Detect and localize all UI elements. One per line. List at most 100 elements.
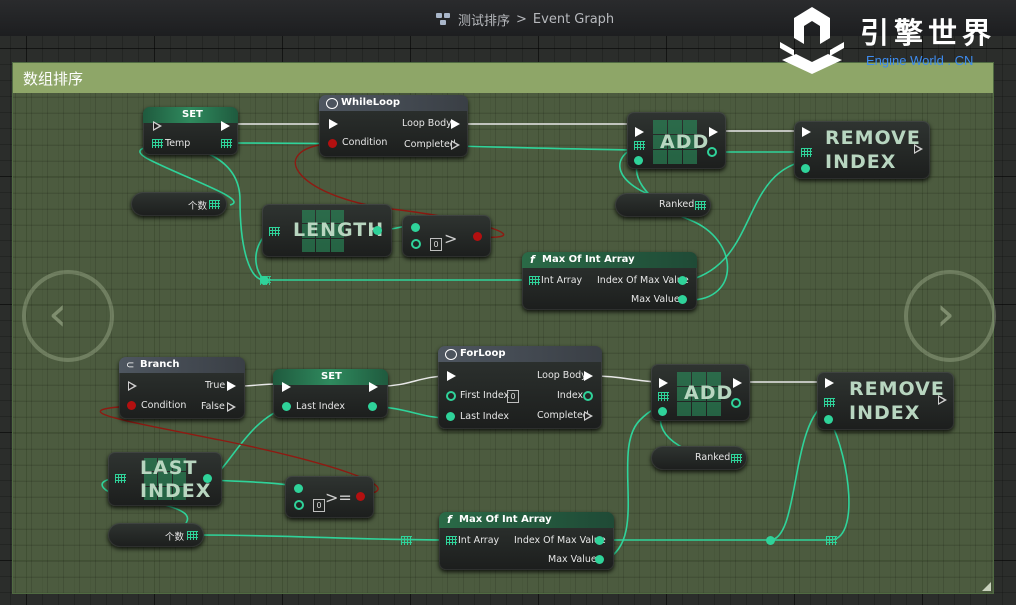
exec-in-pin[interactable]	[659, 378, 668, 388]
index-out-pin[interactable]	[595, 536, 604, 545]
index-pin[interactable]	[801, 164, 810, 173]
node-title: ForLoop	[460, 348, 506, 359]
int-out-pin[interactable]	[203, 474, 212, 483]
get-count-node-2[interactable]: 个数	[108, 523, 204, 547]
exec-out-pin[interactable]	[221, 121, 230, 131]
exec-in-pin[interactable]	[447, 371, 456, 381]
index-out-pin[interactable]	[678, 276, 687, 285]
exec-out-pin[interactable]	[938, 395, 947, 405]
graph-icon	[436, 13, 452, 25]
remove-index-node[interactable]: REMOVE INDEX	[794, 121, 930, 179]
loop-icon	[445, 349, 457, 360]
value-in-pin[interactable]	[282, 402, 291, 411]
node-title: ADD	[660, 131, 710, 153]
exec-in-pin[interactable]	[825, 378, 834, 388]
engine-world-logo: 引擎世界 Engine World . CN	[776, 4, 1006, 76]
completed-pin[interactable]	[584, 411, 593, 421]
exec-in-pin[interactable]	[282, 382, 291, 392]
remove-index-node-2[interactable]: REMOVE INDEX	[817, 372, 954, 430]
add-node-2[interactable]: ADD	[651, 364, 750, 421]
array-out-pin[interactable]	[187, 531, 198, 540]
loop-body-pin[interactable]	[584, 371, 593, 381]
array-pin[interactable]	[824, 398, 835, 407]
bool-out-pin[interactable]	[356, 492, 365, 501]
condition-pin[interactable]	[127, 401, 136, 410]
next-nav-button[interactable]: ›	[904, 270, 996, 362]
index-out-pin[interactable]	[707, 147, 717, 157]
item-pin[interactable]	[634, 156, 643, 165]
exec-out-pin[interactable]	[733, 378, 742, 388]
greater-equal-node[interactable]: 0 >=	[285, 476, 374, 518]
b-value[interactable]: 0	[430, 238, 442, 251]
forloop-node[interactable]: ForLoop First Index 0 Last Index Loop Bo…	[438, 346, 602, 429]
first-index-value[interactable]: 0	[507, 390, 519, 403]
get-ranked-node-2[interactable]: Ranked	[651, 446, 747, 470]
exec-in-pin[interactable]	[128, 381, 137, 391]
last-index-node[interactable]: LAST INDEX	[108, 452, 222, 506]
array-pin[interactable]	[658, 392, 669, 401]
pin-label: Max Value	[631, 294, 680, 305]
condition-pin[interactable]	[328, 139, 337, 148]
array-in-pin[interactable]	[446, 536, 457, 545]
exec-out-pin[interactable]	[369, 382, 378, 392]
item-pin[interactable]	[658, 407, 667, 416]
index-pin[interactable]	[824, 415, 833, 424]
index-out-pin[interactable]	[731, 398, 741, 408]
array-out-pin[interactable]	[221, 139, 232, 148]
length-node[interactable]: LENGTH	[262, 204, 392, 257]
breadcrumb-blueprint[interactable]: 测试排序	[458, 10, 510, 29]
first-index-pin[interactable]	[446, 391, 456, 401]
true-pin[interactable]	[227, 381, 236, 391]
a-pin[interactable]	[294, 484, 303, 493]
set-temp-node[interactable]: SET Temp	[143, 107, 238, 155]
branch-node[interactable]: Branch ⊂ Condition True False	[119, 357, 245, 419]
get-count-node[interactable]: 个数	[131, 192, 227, 216]
b-pin[interactable]	[411, 239, 421, 249]
array-pin[interactable]	[801, 148, 812, 157]
node-header: ForLoop	[438, 346, 602, 362]
pin-label: Temp	[165, 138, 191, 149]
array-out-pin[interactable]	[731, 454, 742, 463]
comment-resize-handle[interactable]	[982, 582, 991, 591]
add-node[interactable]: ADD	[627, 112, 726, 169]
pin-label: False	[201, 401, 225, 412]
node-title: SET	[182, 109, 203, 120]
exec-out-pin[interactable]	[709, 127, 718, 137]
completed-pin[interactable]	[451, 140, 460, 150]
breadcrumb-graph[interactable]: Event Graph	[533, 12, 614, 27]
array-pin-icon[interactable]	[152, 139, 163, 148]
max-of-int-array-node[interactable]: Max Of Int Array f Int Array Index Of Ma…	[522, 252, 697, 310]
value-out-pin[interactable]	[368, 402, 377, 411]
array-in-pin[interactable]	[269, 227, 280, 236]
index-out-pin[interactable]	[583, 391, 593, 401]
get-ranked-node[interactable]: Ranked	[615, 193, 711, 217]
value-out-pin[interactable]	[678, 295, 687, 304]
last-index-pin[interactable]	[446, 412, 455, 421]
prev-nav-button[interactable]: ‹	[22, 270, 114, 362]
exec-in-pin[interactable]	[635, 127, 644, 137]
reroute-knot[interactable]	[766, 536, 775, 545]
a-pin[interactable]	[411, 223, 420, 232]
node-title-line2: INDEX	[849, 402, 921, 424]
exec-in-pin[interactable]	[802, 127, 811, 137]
array-out-pin[interactable]	[695, 201, 706, 210]
b-value[interactable]: 0	[313, 499, 325, 512]
bool-out-pin[interactable]	[473, 232, 482, 241]
value-out-pin[interactable]	[595, 555, 604, 564]
whileloop-node[interactable]: WhileLoop Condition Loop Body Completed	[319, 95, 468, 157]
array-pin[interactable]	[634, 141, 645, 150]
exec-in-pin[interactable]	[329, 119, 338, 129]
false-pin[interactable]	[227, 402, 236, 412]
exec-out-pin[interactable]	[914, 144, 923, 154]
array-in-pin[interactable]	[115, 474, 126, 483]
array-out-pin[interactable]	[209, 200, 220, 209]
b-pin[interactable]	[294, 500, 304, 510]
pin-label: Index Of Max Value	[597, 275, 689, 286]
max-of-int-array-node-2[interactable]: Max Of Int Array f Int Array Index Of Ma…	[439, 512, 614, 570]
loop-body-pin[interactable]	[451, 119, 460, 129]
int-out-pin[interactable]	[373, 226, 382, 235]
set-lastindex-node[interactable]: SET Last Index	[273, 369, 388, 418]
exec-in-pin[interactable]	[153, 121, 162, 131]
greater-node[interactable]: 0 >	[402, 215, 491, 257]
array-in-pin[interactable]	[529, 276, 540, 285]
